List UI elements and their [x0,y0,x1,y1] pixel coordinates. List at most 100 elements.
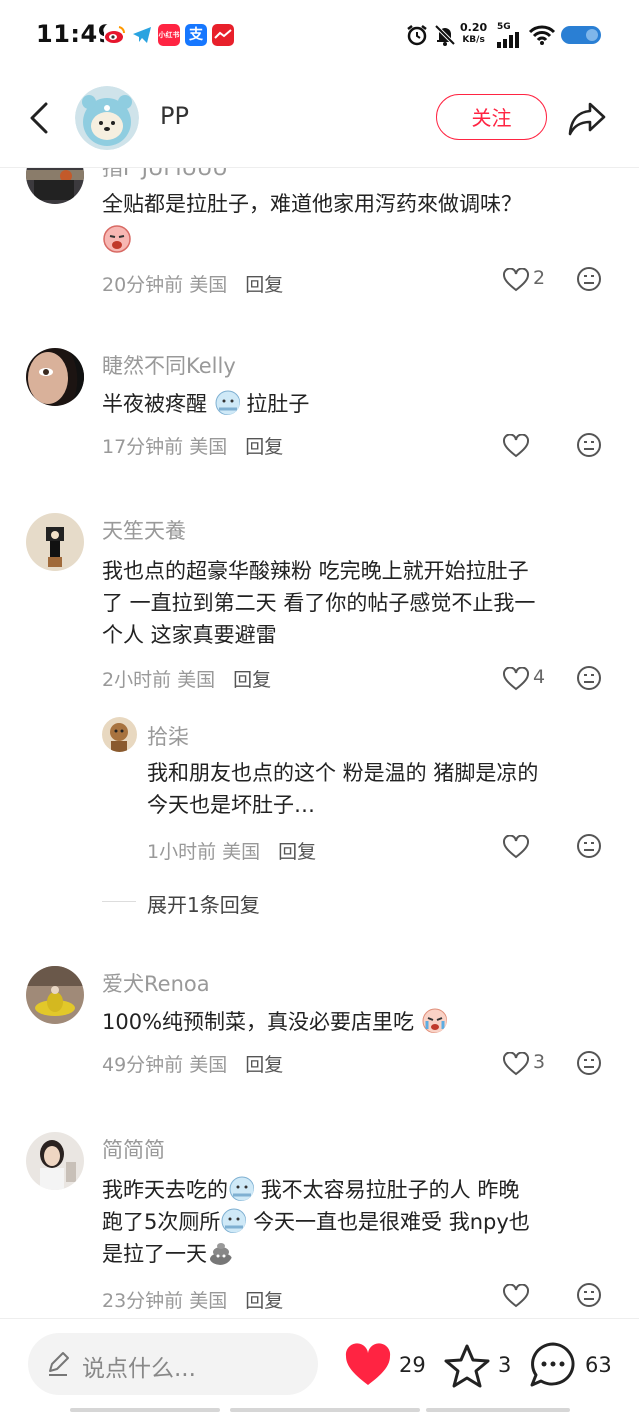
pencil-icon [46,1351,70,1381]
alipay-icon: 支 [185,24,207,46]
reply-avatar[interactable] [102,717,137,752]
app-icon [212,24,234,46]
poop-emoji-icon [210,1243,232,1265]
dislike-button[interactable] [576,665,602,695]
like-note-button[interactable] [344,1343,392,1391]
reply-button[interactable]: 回复 [245,436,283,458]
expand-divider [102,901,136,902]
nav-segment [230,1408,420,1412]
reply-button[interactable]: 回复 [233,669,271,691]
heart-outline-icon [503,666,529,691]
comment-text-line: 是拉了一天 [102,1238,530,1270]
comment-text-part: 半夜被疼醒 [102,392,207,416]
dislike-button[interactable] [576,833,602,863]
comment-text-part: 是拉了一天 [102,1242,207,1266]
bottom-action-bar: 说点什么... 29 3 63 [0,1318,639,1416]
wifi-icon [528,24,556,50]
dislike-button[interactable] [576,266,602,296]
neutral-face-icon [577,834,601,858]
navigation-bar[interactable] [70,1408,570,1413]
like-button[interactable] [503,666,529,695]
reply-button[interactable]: 回复 [278,841,316,863]
share-button[interactable] [566,98,608,138]
commenter-avatar[interactable] [26,513,84,571]
commenter-avatar[interactable] [26,966,84,1024]
commenter-name[interactable]: 天笙天養 [102,515,186,545]
comment-text-line: 我也点的超豪华酸辣粉 吃完晚上就开始拉肚子 [102,559,529,583]
commenter-name[interactable]: 指F JUFIUUU [102,168,228,182]
reply-author-name[interactable]: 拾柒 [147,721,189,751]
weibo-icon [104,24,126,46]
comment-text: 我昨天去吃的 我不太容易拉肚子的人 昨晚 跑了5次厕所 今天一直也是很难受 我n… [102,1174,530,1270]
like-count: 4 [533,666,546,688]
like-button[interactable] [503,1283,529,1312]
like-button[interactable] [503,433,529,462]
note-like-count: 29 [399,1353,426,1377]
cold-sweat-emoji-icon [229,1176,254,1201]
collect-count: 3 [498,1353,512,1377]
collect-button[interactable] [443,1343,491,1393]
comment-text-line: 跑了5次厕所 今天一直也是很难受 我npy也 [102,1206,530,1238]
share-icon [568,102,606,136]
comment-time: 23分钟前 美国 [102,1290,228,1312]
commenter-name[interactable]: 简简简 [102,1134,165,1164]
dislike-button[interactable] [576,432,602,462]
xiaohongshu-icon: 小红书 [158,24,180,46]
commenter-avatar[interactable] [26,1132,84,1190]
commenter-avatar[interactable] [26,168,84,204]
reply-button[interactable]: 回复 [245,1054,283,1076]
reply-button[interactable]: 回复 [245,274,283,296]
comment-meta: 23分钟前 美国 回复 [102,1286,283,1313]
nav-segment [426,1408,570,1412]
comment-input-placeholder[interactable]: 说点什么... [82,1349,196,1383]
comment-item: 简简简 我昨天去吃的 我不太容易拉肚子的人 昨晚 跑了5次厕所 今天一直也是很难… [0,1124,639,1318]
comment-item: 爱犬Renoa 100%纯预制菜，真没必要店里吃 49分钟前 美国 回复 3 [0,958,639,1088]
comment-time: 2小时前 美国 [102,669,216,691]
comments-button[interactable] [528,1341,578,1393]
author-avatar[interactable] [75,86,139,150]
author-name[interactable]: PP [160,102,189,130]
note-header: PP 关注 [0,72,639,168]
comment-meta: 49分钟前 美国 回复 [102,1050,283,1077]
neutral-face-icon [577,267,601,291]
comment-text-line: 了 一直拉到第二天 看了你的帖子感觉不止我一 [102,591,536,615]
neutral-face-icon [577,1283,601,1307]
dislike-button[interactable] [576,1282,602,1312]
reply-text-line: 我和朋友也点的这个 粉是温的 猪脚是凉的 [147,761,539,785]
like-button[interactable] [503,1051,529,1080]
comment-time: 49分钟前 美国 [102,1054,228,1076]
comment-meta: 20分钟前 美国 回复 [102,270,283,297]
heart-outline-icon [503,834,529,859]
star-outline-icon [444,1344,490,1388]
comment-text-part: 今天一直也是很难受 我npy也 [253,1210,530,1234]
comment-text: 100%纯预制菜，真没必要店里吃 [102,1006,447,1038]
heart-outline-icon [503,1283,529,1308]
heart-outline-icon [503,433,529,458]
commenter-name[interactable]: 睫然不同Kelly [102,350,236,380]
follow-button[interactable]: 关注 [436,94,547,140]
comment-meta: 2小时前 美国 回复 [102,665,271,692]
cold-sweat-emoji-icon [221,1208,247,1233]
reply-text: 我和朋友也点的这个 粉是温的 猪脚是凉的 今天也是坏肚子… [147,757,538,821]
reply-text-line: 今天也是坏肚子… [147,793,315,817]
like-button[interactable] [503,834,529,863]
comment-text-part: 100%纯预制菜，真没必要店里吃 [102,1010,415,1034]
like-count: 3 [533,1051,546,1073]
chevron-left-icon [30,102,48,134]
expand-replies-button[interactable]: 展开1条回复 [147,889,260,918]
status-bar: 11:49 小红书 支 0.20 KB/s 5G [0,0,639,70]
back-button[interactable] [22,98,56,138]
dislike-button[interactable] [576,1050,602,1080]
neutral-face-icon [577,666,601,690]
comment-time: 17分钟前 美国 [102,436,228,458]
net-speed-unit: KB/s [462,35,485,45]
comment-text-part: 拉肚子 [246,392,310,416]
neutral-face-icon [577,1051,601,1075]
commenter-name[interactable]: 爱犬Renoa [102,968,210,998]
signal-bars-icon [497,32,523,52]
like-button[interactable] [503,267,529,296]
reply-button[interactable]: 回复 [245,1290,283,1312]
net-speed: 0.20 KB/s [460,22,487,46]
commenter-avatar[interactable] [26,348,84,406]
reply-meta: 1小时前 美国 回复 [147,837,316,864]
